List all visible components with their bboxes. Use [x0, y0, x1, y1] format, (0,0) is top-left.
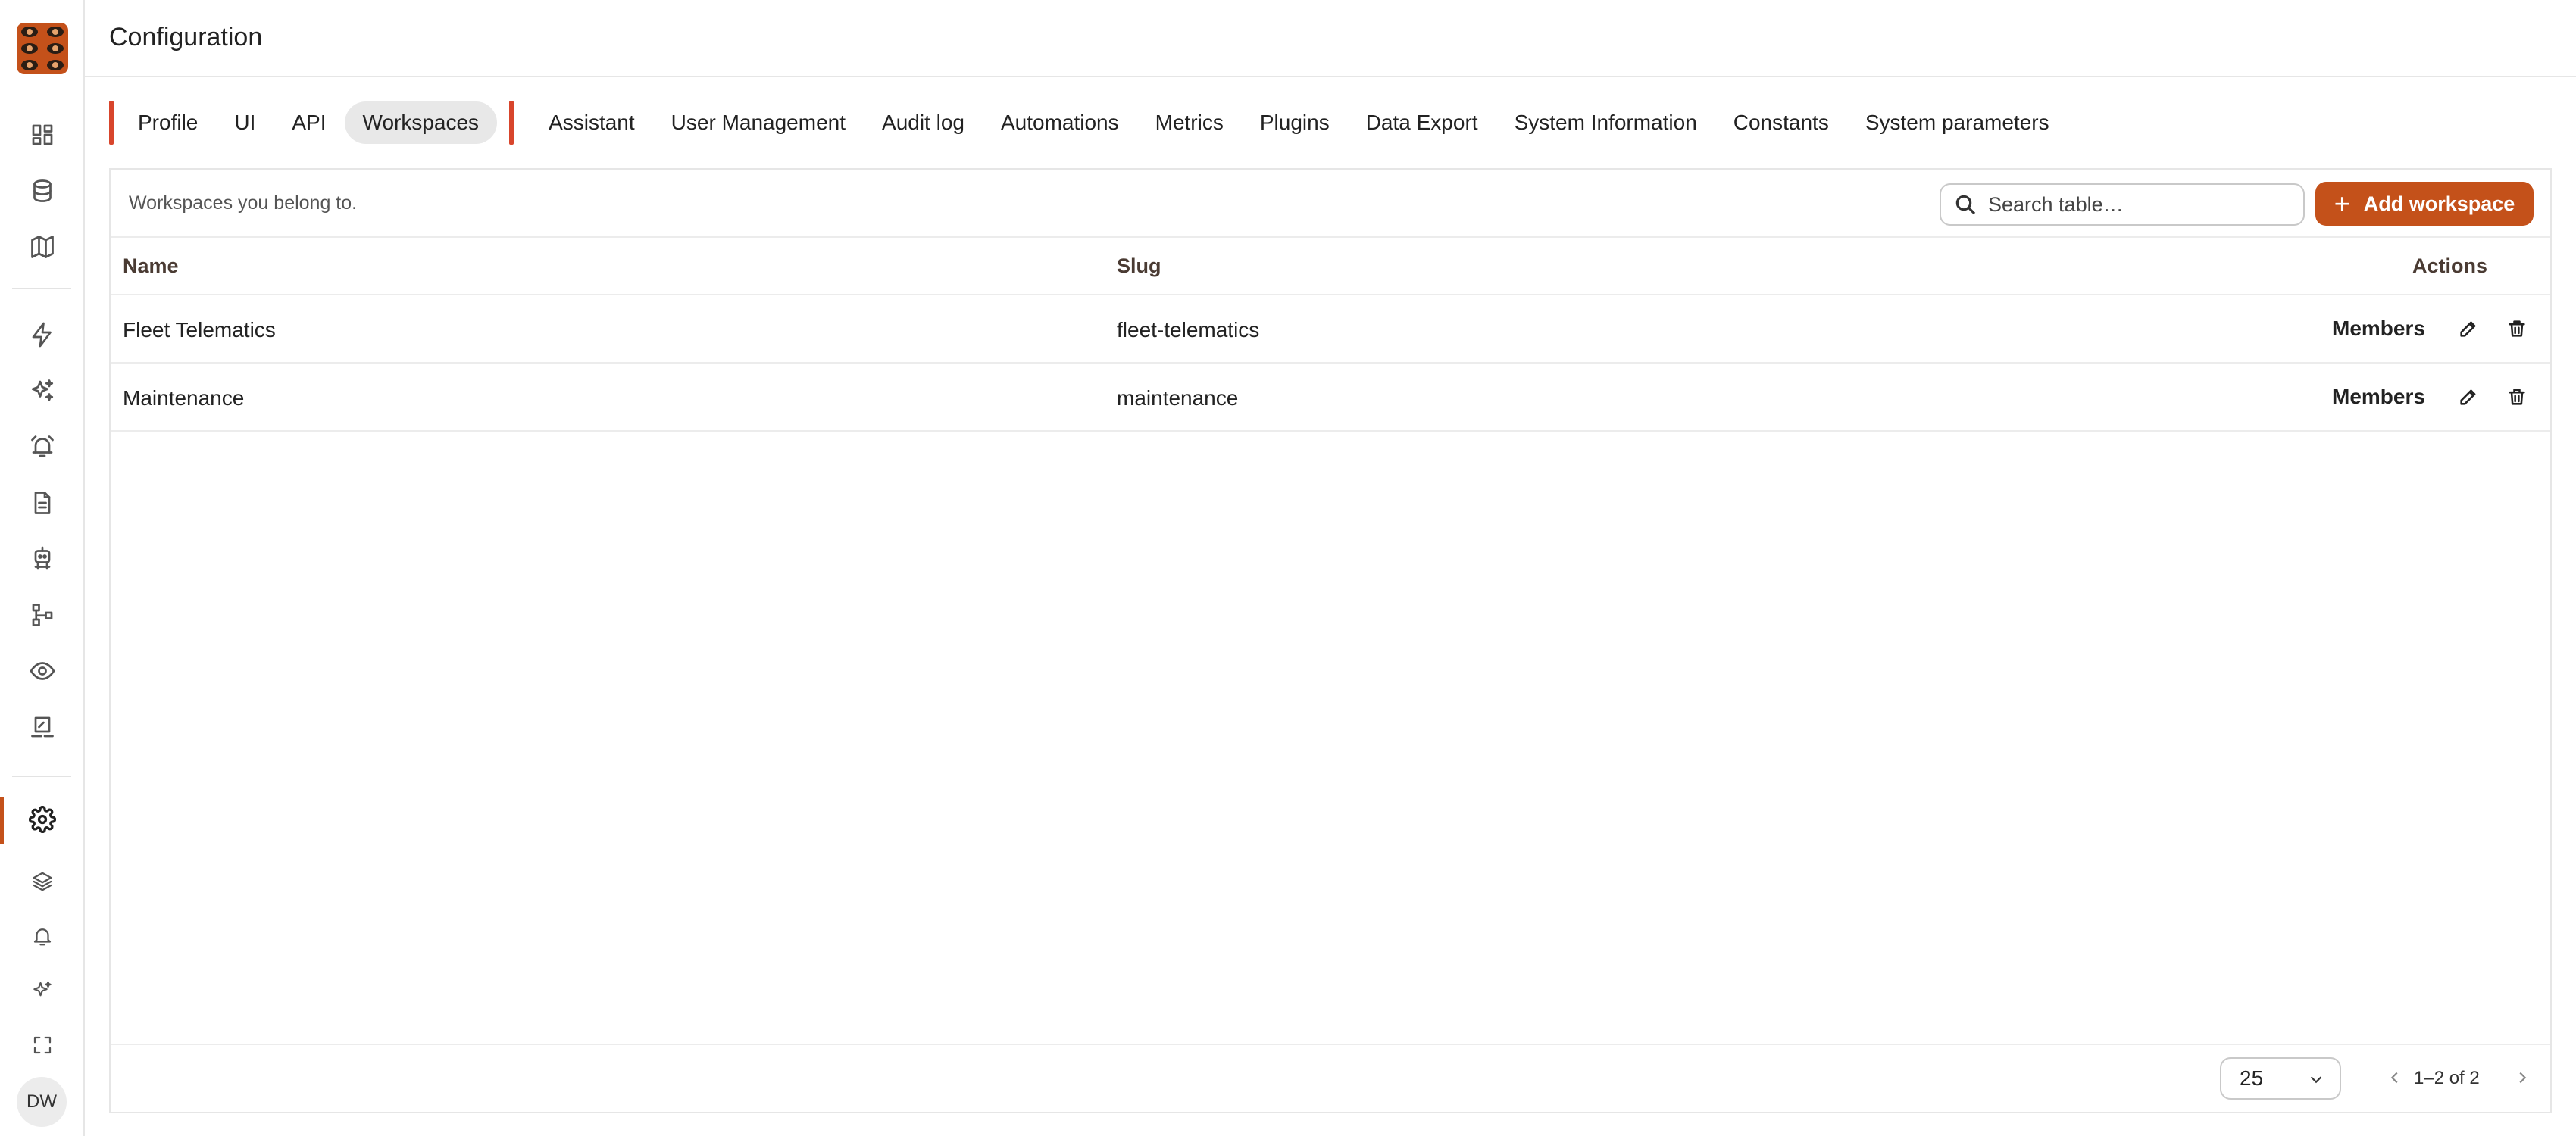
page-title: Configuration	[109, 23, 263, 51]
workflow-icon[interactable]	[26, 598, 59, 632]
lightning-icon[interactable]	[26, 318, 59, 351]
sidebar-divider	[12, 288, 71, 289]
sparkles-small-icon[interactable]	[26, 974, 59, 1007]
add-workspace-button[interactable]: + Add workspace	[2315, 182, 2534, 226]
workspace-slug: fleet-telematics	[1117, 318, 1260, 342]
tab-system-information[interactable]: System Information	[1496, 101, 1715, 144]
tab-marker-right	[509, 101, 514, 145]
workspaces-panel: Workspaces you belong to. + Add workspac…	[109, 168, 2552, 1113]
table-caption: Workspaces you belong to.	[129, 192, 358, 214]
add-workspace-label: Add workspace	[2363, 192, 2515, 215]
bell-icon[interactable]	[26, 919, 59, 953]
page-header: Configuration	[85, 0, 2576, 77]
trash-icon[interactable]	[2502, 382, 2532, 412]
page-size-select[interactable]: 25	[2220, 1057, 2341, 1100]
pagination-range: 1–2 of 2	[2414, 1068, 2480, 1088]
map-icon[interactable]	[26, 230, 59, 264]
table-row[interactable]: Maintenance maintenance Members	[111, 364, 2550, 432]
column-header-actions: Actions	[2412, 254, 2488, 277]
column-header-slug[interactable]: Slug	[1117, 254, 1161, 278]
tab-ui[interactable]: UI	[216, 101, 274, 144]
tab-automations[interactable]: Automations	[983, 101, 1137, 144]
search-icon	[1955, 195, 1976, 215]
tab-metrics[interactable]: Metrics	[1137, 101, 1242, 144]
config-tabs: Profile UI API Workspaces Assistant User…	[109, 100, 2068, 145]
search-input[interactable]	[1988, 192, 2291, 217]
dashboard-icon[interactable]	[26, 118, 59, 151]
app-logo[interactable]	[17, 23, 68, 74]
tab-system-parameters[interactable]: System parameters	[1847, 101, 2068, 144]
tab-profile[interactable]: Profile	[127, 101, 216, 144]
alarm-icon[interactable]	[26, 430, 59, 463]
gear-icon[interactable]	[26, 803, 59, 836]
tab-assistant[interactable]: Assistant	[533, 101, 653, 144]
chevron-left-icon	[2390, 1072, 2398, 1084]
signature-icon[interactable]	[26, 710, 59, 744]
chevron-down-icon	[2310, 1076, 2322, 1084]
previous-page-button[interactable]	[2384, 1066, 2406, 1089]
tab-plugins[interactable]: Plugins	[1242, 101, 1348, 144]
table-row[interactable]: Fleet Telematics fleet-telematics Member…	[111, 295, 2550, 364]
active-nav-marker	[0, 797, 4, 844]
sparkles-icon[interactable]	[26, 374, 59, 407]
plus-icon: +	[2334, 188, 2350, 219]
workspace-name: Fleet Telematics	[123, 318, 276, 342]
layers-icon[interactable]	[26, 865, 59, 898]
tab-audit-log[interactable]: Audit log	[864, 101, 983, 144]
fullscreen-icon[interactable]	[26, 1028, 59, 1062]
tab-constants[interactable]: Constants	[1715, 101, 1847, 144]
next-page-button[interactable]	[2511, 1066, 2534, 1089]
database-icon[interactable]	[26, 174, 59, 208]
tab-data-export[interactable]: Data Export	[1348, 101, 1496, 144]
page-size-value: 25	[2240, 1066, 2264, 1090]
robot-icon[interactable]	[26, 542, 59, 576]
workspace-name: Maintenance	[123, 386, 245, 410]
tab-marker-left	[109, 101, 114, 145]
edit-icon[interactable]	[2453, 314, 2484, 344]
document-icon[interactable]	[26, 486, 59, 520]
tab-user-management[interactable]: User Management	[653, 101, 864, 144]
table-footer: 25 1–2 of 2	[111, 1044, 2550, 1112]
search-box[interactable]	[1940, 183, 2305, 226]
sidebar-divider	[12, 776, 71, 777]
table-toolbar: Workspaces you belong to. + Add workspac…	[111, 170, 2550, 238]
members-button[interactable]: Members	[2332, 385, 2425, 409]
avatar[interactable]: DW	[17, 1077, 67, 1127]
edit-icon[interactable]	[2453, 382, 2484, 412]
eye-icon[interactable]	[26, 654, 59, 688]
tab-api[interactable]: API	[274, 101, 344, 144]
members-button[interactable]: Members	[2332, 317, 2425, 341]
trash-icon[interactable]	[2502, 314, 2532, 344]
column-header-name[interactable]: Name	[123, 254, 179, 278]
chevron-right-icon	[2519, 1072, 2527, 1084]
sidebar: DW	[0, 0, 85, 1136]
workspace-slug: maintenance	[1117, 386, 1239, 410]
tab-workspaces[interactable]: Workspaces	[344, 101, 498, 144]
